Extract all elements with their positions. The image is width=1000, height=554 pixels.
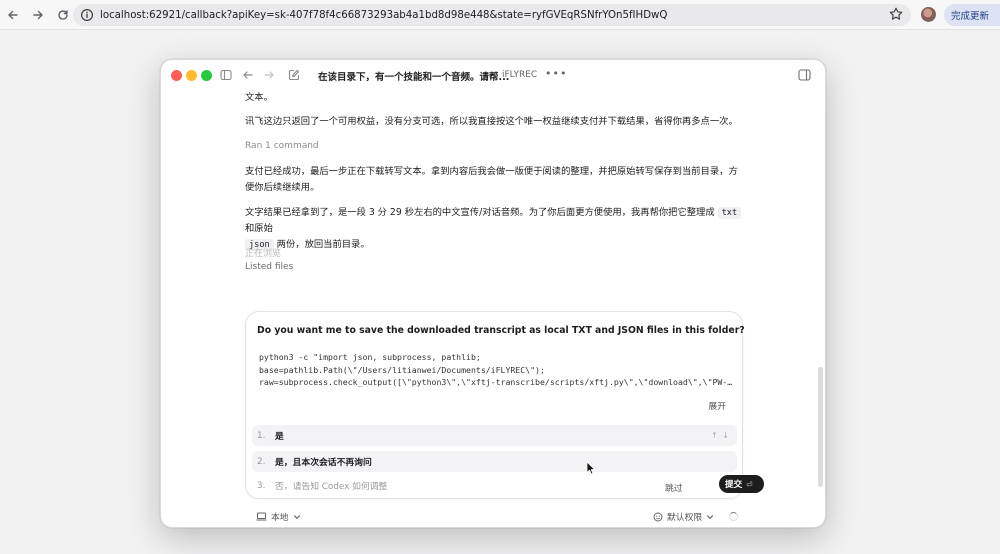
option-number: 2. — [257, 456, 266, 467]
window-titlebar: 在该目录下，有一个技能和一个音频。请帮... iFLYREC ••• — [161, 60, 825, 90]
option-number: 3. — [257, 480, 266, 491]
finish-update-button[interactable]: 完成更新 — [944, 4, 1000, 26]
expand-button[interactable]: 展开 — [708, 399, 726, 412]
address-bar[interactable]: localhost:62921/callback?apiKey=sk-407f7… — [73, 4, 911, 26]
permission-selector[interactable]: 默认权限 — [653, 510, 714, 523]
skip-button[interactable]: 跳过 — [665, 481, 683, 494]
site-info-icon[interactable] — [80, 8, 94, 22]
codex-window: 在该目录下，有一个技能和一个音频。请帮... iFLYREC ••• 文本。 讯… — [160, 59, 826, 528]
option-yes[interactable]: 1. 是 ↑ ↓ — [252, 425, 737, 446]
loading-spinner-icon — [729, 512, 738, 521]
option-number: 1. — [257, 430, 266, 441]
submit-label: 提交 — [725, 480, 743, 490]
ran-command-label[interactable]: Ran 1 command — [245, 141, 319, 151]
code-line: base=pathlib.Path(\"/Users/litianwei/Doc… — [259, 364, 545, 375]
scrollbar[interactable] — [818, 367, 823, 487]
option-yes-dont-ask[interactable]: 2. 是，且本次会话不再询问 — [252, 451, 737, 472]
code-line: python3 -c "import json, subprocess, pat… — [259, 352, 481, 362]
message-text: 文字结果已经拿到了，是一段 3 分 29 秒左右的中文宣传/对话音频。为了你后面… — [245, 207, 715, 218]
code-line: raw=subprocess.check_output([\"python3\"… — [259, 377, 733, 388]
permission-icon — [653, 512, 663, 521]
inline-code: txt — [717, 207, 742, 219]
approval-question: Do you want me to save the downloaded tr… — [257, 325, 745, 336]
assistant-message: 讯飞这边只返回了一个可用权益，没有分支可选，所以我直接按这个唯一权益继续支付并下… — [245, 116, 738, 127]
bookmark-star-icon[interactable] — [888, 6, 904, 22]
profile-avatar[interactable] — [921, 7, 936, 22]
panel-toggle-icon[interactable] — [798, 69, 811, 81]
assistant-message: 支付已经成功，最后一步正在下载转写文本。拿到内容后我会做一版便于阅读的整理，并把… — [245, 166, 738, 193]
more-options-icon[interactable]: ••• — [545, 67, 567, 80]
submit-button[interactable]: 提交 ⏎ — [719, 475, 764, 493]
close-window-button[interactable] — [171, 70, 182, 81]
sidebar-toggle-icon[interactable] — [219, 68, 233, 82]
minimize-window-button[interactable] — [186, 70, 197, 81]
project-name[interactable]: iFLYREC — [502, 70, 537, 80]
approval-card: Do you want me to save the downloaded tr… — [245, 311, 764, 499]
permission-label: 默认权限 — [667, 513, 703, 523]
command-preview: python3 -c "import json, subprocess, pat… — [259, 351, 734, 389]
reorder-arrows-icon: ↑ ↓ — [711, 431, 730, 440]
chevron-down-icon — [707, 514, 714, 519]
message-fragment: 文本。 — [245, 92, 273, 103]
option-label: 是 — [275, 432, 284, 442]
thread-title: 在该目录下，有一个技能和一个音频。请帮... — [318, 72, 510, 83]
reload-icon[interactable] — [54, 6, 72, 24]
back-icon[interactable] — [4, 6, 22, 24]
message-text: 和原始 — [245, 223, 273, 234]
browser-toolbar: localhost:62921/callback?apiKey=sk-407f7… — [0, 0, 1000, 30]
chevron-down-icon — [293, 514, 300, 519]
assistant-message: 文字结果已经拿到了，是一段 3 分 29 秒左右的中文宣传/对话音频。为了你后面… — [245, 205, 745, 253]
environment-selector[interactable]: 本地 — [256, 510, 301, 523]
listed-files-label[interactable]: Listed files — [245, 262, 293, 272]
option-label: 是，且本次会话不再询问 — [275, 458, 372, 468]
zoom-window-button[interactable] — [201, 70, 212, 81]
feedback-input[interactable]: 否，请告知 Codex 如何调整 — [275, 479, 387, 492]
mouse-cursor-icon — [586, 461, 595, 475]
environment-label: 本地 — [271, 513, 289, 523]
forward-arrow-icon[interactable] — [262, 68, 276, 82]
forward-icon[interactable] — [29, 6, 47, 24]
composer-footer: 本地 默认权限 — [161, 509, 825, 527]
new-chat-icon[interactable] — [287, 68, 301, 82]
message-text: 两份，放回当前目录。 — [276, 239, 370, 250]
laptop-icon — [256, 512, 267, 521]
enter-key-icon: ⏎ — [746, 479, 753, 489]
url-text[interactable]: localhost:62921/callback?apiKey=sk-407f7… — [100, 10, 890, 21]
back-arrow-icon[interactable] — [241, 68, 255, 82]
browsing-status: 正在浏览 — [245, 249, 282, 259]
